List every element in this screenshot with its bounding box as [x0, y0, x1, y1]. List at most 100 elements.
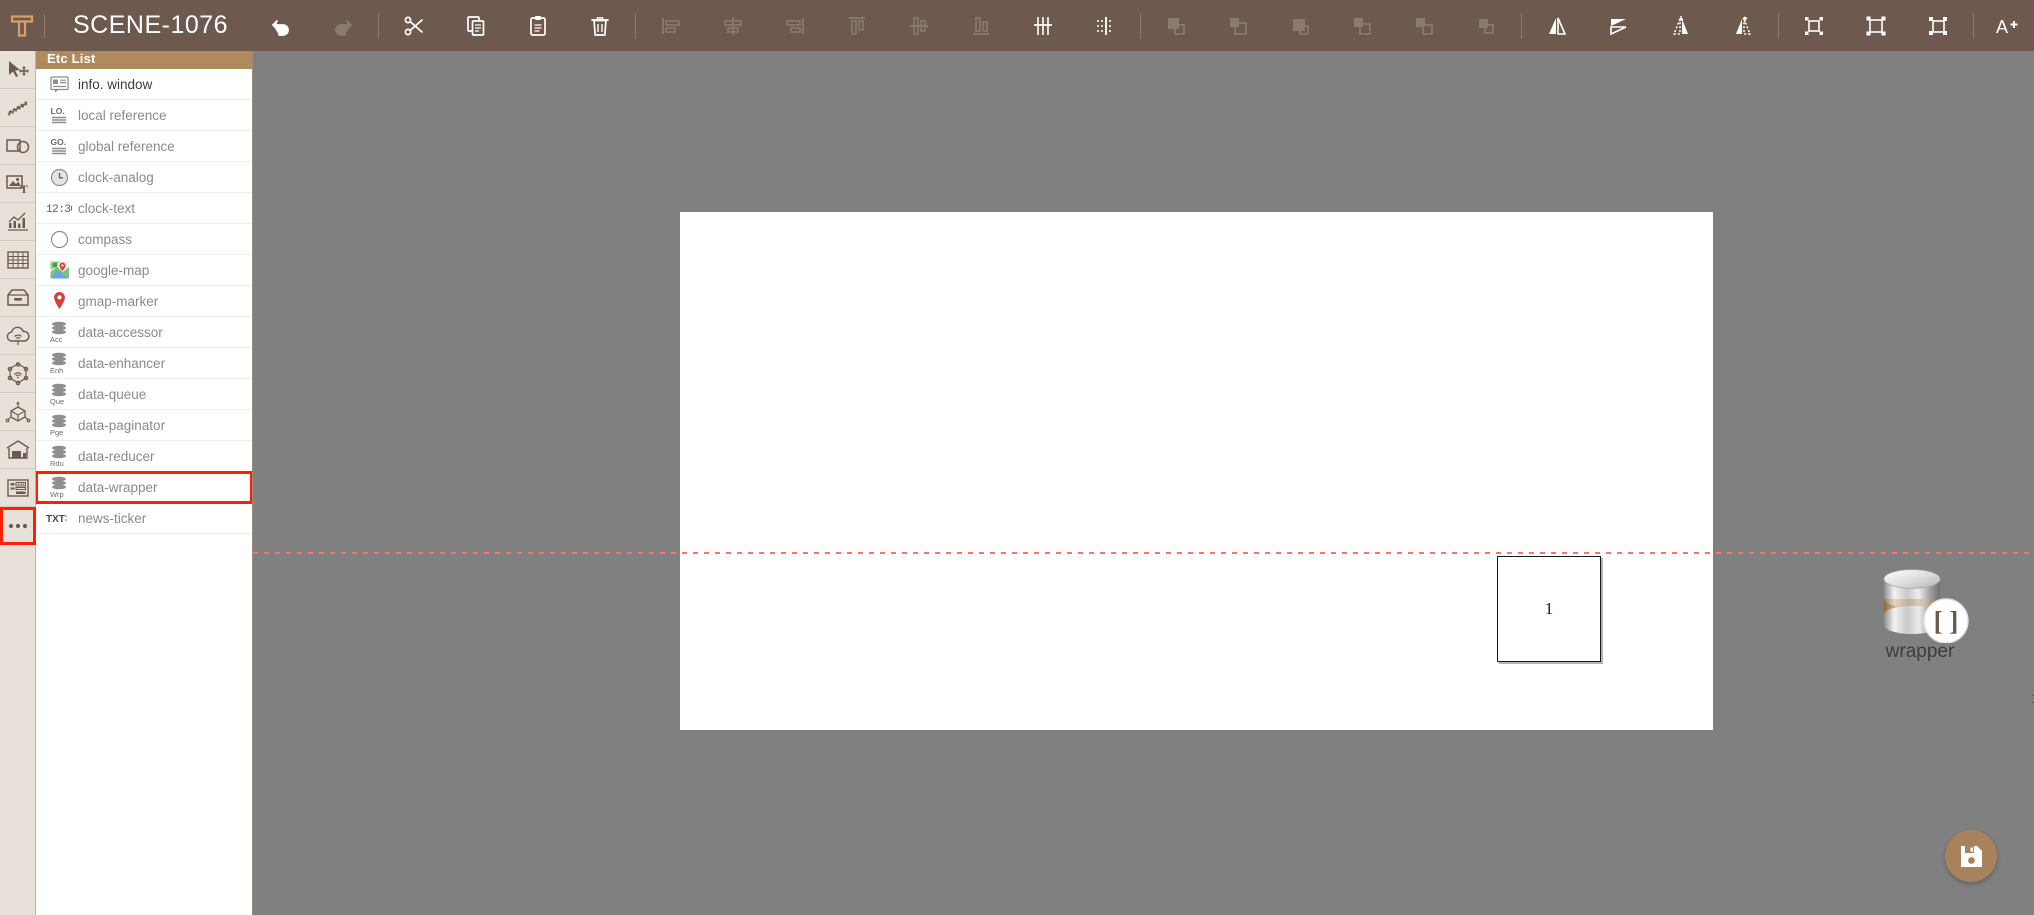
- list-item-data-accessor[interactable]: Acc data-accessor: [36, 317, 252, 348]
- transform-handles-button[interactable]: [1845, 0, 1907, 51]
- list-item-clock-analog[interactable]: clock-analog: [36, 162, 252, 193]
- flip-vertical-icon: [1610, 18, 1627, 35]
- align-middle-v-button[interactable]: [888, 0, 950, 51]
- delete-button[interactable]: [569, 0, 631, 51]
- align-top-button[interactable]: [826, 0, 888, 51]
- canvas-workspace[interactable]: 1 [] wrapper: [253, 51, 2034, 915]
- image-text-icon: T: [6, 174, 28, 195]
- resize-handles-button[interactable]: [1907, 0, 1969, 51]
- align-bottom-icon: [973, 16, 990, 35]
- lock-group-icon: [1805, 16, 1824, 35]
- svg-text:Pge: Pge: [50, 428, 63, 437]
- mirror-left-button[interactable]: [1650, 0, 1712, 51]
- paste-icon: [530, 15, 546, 36]
- compass-icon: [46, 230, 72, 249]
- list-item-compass[interactable]: compass: [36, 224, 252, 255]
- list-item-data-reducer[interactable]: Rdu data-reducer: [36, 441, 252, 472]
- ungroup-button[interactable]: [1455, 0, 1517, 51]
- scene-page[interactable]: 1 [] wrapper: [680, 212, 2034, 730]
- toolbar-divider: [1778, 12, 1780, 39]
- list-item-news-ticker[interactable]: TXT news-ticker: [36, 503, 252, 534]
- list-item-global-reference[interactable]: GO. global reference: [36, 131, 252, 162]
- sidebar-item-form-tool[interactable]: [0, 469, 36, 507]
- distribute-v-button[interactable]: [1074, 0, 1136, 51]
- svg-text:Enh: Enh: [50, 366, 63, 375]
- sidebar-item-image-text[interactable]: T: [0, 165, 36, 203]
- send-backward-button[interactable]: [1207, 0, 1269, 51]
- svg-text:12:30: 12:30: [46, 204, 72, 215]
- list-item-gmap-marker[interactable]: gmap-marker: [36, 286, 252, 317]
- font-size-up-button[interactable]: A: [1978, 0, 2034, 51]
- mirror-left-icon: [1672, 15, 1689, 35]
- data-stack-pge-icon: Pge: [46, 413, 72, 437]
- shape-number-label: 1: [1544, 599, 1554, 618]
- sidebar-item-line-tool[interactable]: [0, 89, 36, 127]
- gmap-marker-icon: [46, 291, 72, 311]
- table-grid-icon: [7, 250, 29, 269]
- canvas-shape-rectangle[interactable]: 1: [1497, 556, 1601, 662]
- lock-group-button[interactable]: [1783, 0, 1845, 51]
- copy-button[interactable]: [445, 0, 507, 51]
- cut-button[interactable]: [383, 0, 445, 51]
- paste-button[interactable]: [507, 0, 569, 51]
- sidebar-item-storage-tool[interactable]: [0, 279, 36, 317]
- scene-title: SCENE-1076: [73, 11, 229, 39]
- align-bottom-button[interactable]: [950, 0, 1012, 51]
- align-top-icon: [849, 16, 866, 35]
- list-item-clock-text[interactable]: 12:30 clock-text: [36, 193, 252, 224]
- list-item-label: gmap-marker: [78, 293, 159, 309]
- copy-icon: [467, 15, 485, 36]
- send-to-back-button[interactable]: [1331, 0, 1393, 51]
- flip-horizontal-button[interactable]: [1526, 0, 1588, 51]
- left-tool-rail: T: [0, 51, 36, 915]
- list-item-local-reference[interactable]: LO. local reference: [36, 100, 252, 131]
- list-item-data-enhancer[interactable]: Enh data-enhancer: [36, 348, 252, 379]
- list-item-label: data-wrapper: [78, 479, 158, 495]
- sidebar-item-network-tool[interactable]: [0, 355, 36, 393]
- undo-button[interactable]: [250, 0, 312, 51]
- sidebar-item-select-move[interactable]: [0, 51, 36, 89]
- wrapper-badge-text: [ ]: [1934, 606, 1959, 636]
- align-right-button[interactable]: [764, 0, 826, 51]
- list-item-label: data-queue: [78, 386, 147, 402]
- mirror-right-button[interactable]: [1712, 0, 1774, 51]
- flip-vertical-button[interactable]: [1588, 0, 1650, 51]
- data-stack-wrp-icon: Wrp: [46, 475, 72, 499]
- list-item-label: local reference: [78, 107, 167, 123]
- distribute-v-icon: [1097, 16, 1114, 35]
- sidebar-item-etc-more[interactable]: [0, 507, 36, 545]
- cube-node-icon: [5, 401, 31, 422]
- global-reference-icon: GO.: [46, 137, 72, 156]
- sidebar-item-shape-tool[interactable]: [0, 127, 36, 165]
- list-item-info-window[interactable]: info. window: [36, 69, 252, 100]
- svg-text:GO.: GO.: [50, 137, 66, 147]
- canvas-node-wrapper[interactable]: [ ] wrapper: [1866, 563, 1974, 669]
- list-item-data-wrapper[interactable]: Wrp data-wrapper: [36, 471, 252, 504]
- bring-to-front-button[interactable]: [1269, 0, 1331, 51]
- app-logo-t-icon[interactable]: [0, 0, 44, 51]
- sidebar-item-table-tool[interactable]: [0, 241, 36, 279]
- sidebar-item-device-tool[interactable]: [0, 393, 36, 431]
- align-center-h-button[interactable]: [702, 0, 764, 51]
- mirror-right-icon: [1736, 16, 1752, 35]
- sidebar-item-cloud-tool[interactable]: [0, 317, 36, 355]
- svg-text:T: T: [20, 182, 28, 195]
- list-item-data-queue[interactable]: Que data-queue: [36, 379, 252, 410]
- list-item-label: google-map: [78, 262, 150, 278]
- save-button[interactable]: [1945, 830, 1997, 882]
- list-item-google-map[interactable]: google-map: [36, 255, 252, 286]
- list-item-data-paginator[interactable]: Pge data-paginator: [36, 410, 252, 441]
- bring-forward-button[interactable]: [1145, 0, 1207, 51]
- distribute-h-button[interactable]: [1012, 0, 1074, 51]
- align-left-button[interactable]: [640, 0, 702, 51]
- list-item-label: data-accessor: [78, 324, 163, 340]
- list-item-label: data-enhancer: [78, 355, 166, 371]
- drawer-icon: [7, 288, 29, 306]
- group-button[interactable]: [1393, 0, 1455, 51]
- sidebar-item-chart-tool[interactable]: [0, 203, 36, 241]
- data-stack-acc-icon: Acc: [46, 320, 72, 344]
- redo-button[interactable]: [312, 0, 374, 51]
- local-reference-icon: LO.: [46, 106, 72, 125]
- list-item-label: global reference: [78, 138, 175, 154]
- sidebar-item-facility-tool[interactable]: [0, 431, 36, 469]
